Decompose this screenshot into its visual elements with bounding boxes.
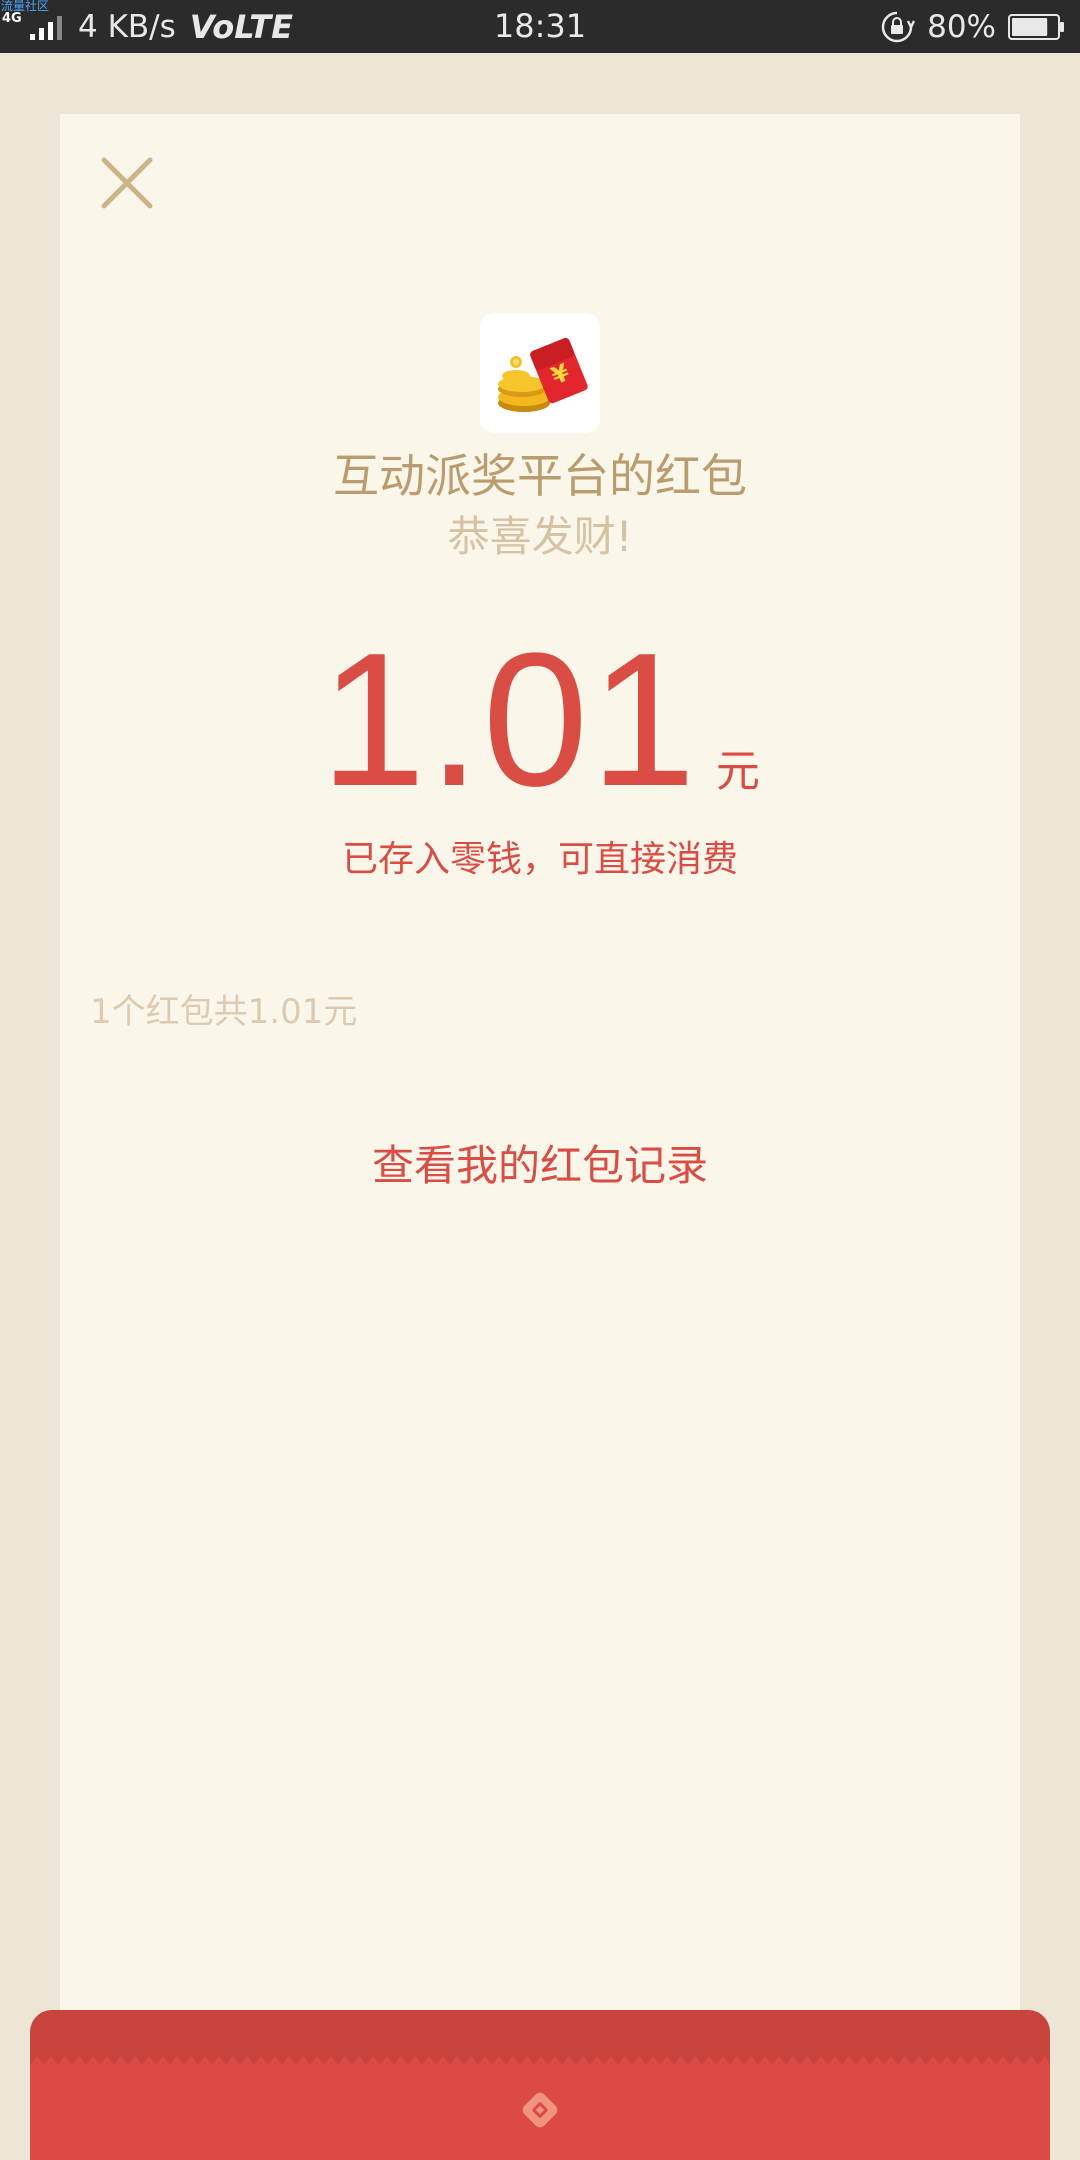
status-right: 80% (879, 0, 1066, 53)
red-envelope-coins-icon: ¥ (498, 338, 588, 412)
sender-logo: ¥ (480, 313, 600, 433)
amount-unit: 元 (715, 746, 760, 797)
amount-display: 1.01 元 (0, 614, 1080, 826)
rotation-lock-icon (881, 11, 916, 42)
stored-notice: 已存入零钱，可直接消费 (341, 839, 738, 880)
packet-greeting: 恭喜发财! (447, 512, 633, 561)
amount-value: 1.01 (320, 614, 698, 826)
wechat-pay-logo-icon (522, 2092, 558, 2128)
battery-icon (1008, 13, 1064, 40)
packet-summary: 1个红包共1.01元 (90, 992, 358, 1032)
status-bar: 流量社区 4G 4 KB/s VoLTE 18:31 80% (0, 0, 1080, 53)
packet-title: 互动派奖平台的红包 (333, 449, 747, 503)
battery-percent: 80% (927, 8, 996, 45)
view-records-link[interactable]: 查看我的红包记录 (0, 1138, 1080, 1194)
close-icon[interactable] (96, 152, 158, 214)
